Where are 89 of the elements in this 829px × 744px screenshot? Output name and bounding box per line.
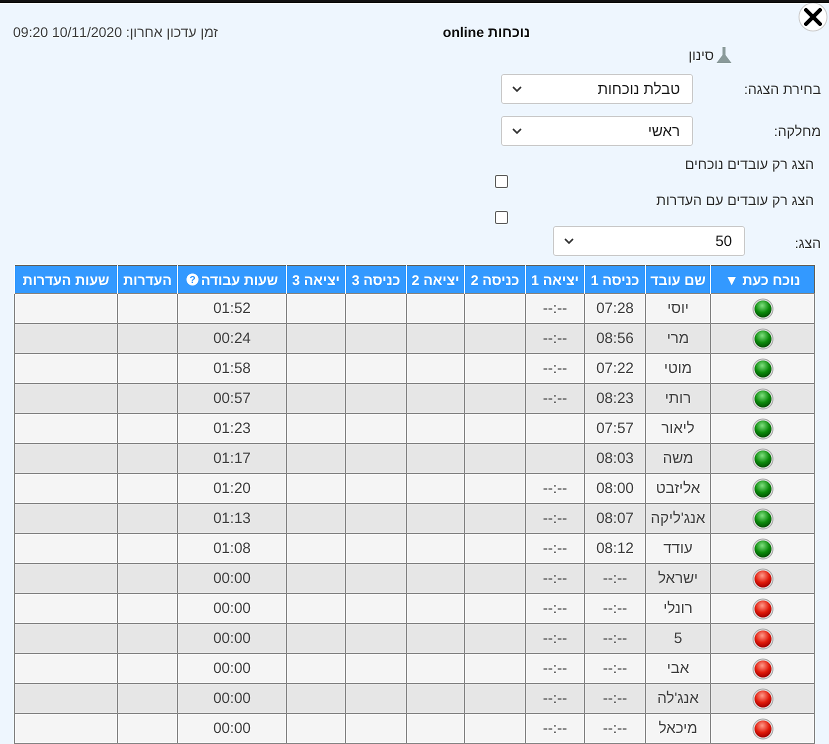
close-button[interactable] (798, 3, 828, 32)
table-cell: --:-- (526, 534, 584, 564)
table-cell: 01:52 (178, 294, 286, 324)
table-cell: 08:03 (584, 444, 646, 474)
table-cell: 07:22 (584, 354, 646, 384)
table-cell: --:-- (526, 324, 584, 354)
table-cell: 01:23 (178, 414, 286, 444)
table-cell: רותי (646, 384, 710, 414)
checkbox-label: הצג רק עובדים עם העדרות (656, 192, 814, 210)
table-cell: 5 (646, 624, 710, 654)
table-cell: 07:28 (584, 294, 646, 324)
table-cell: --:-- (526, 564, 584, 594)
table-cell: --:-- (526, 294, 584, 324)
column-header[interactable]: כניסה 1 (584, 266, 646, 294)
table-cell: ליאור (646, 414, 710, 444)
table-cell: --:-- (526, 624, 584, 654)
last-update-text: זמן עדכון אחרון: 10/11/2020 09:20 (13, 24, 218, 40)
table-cell: 08:56 (584, 324, 646, 354)
field-label: מחלקה: (772, 123, 821, 139)
table-cell: 00:00 (178, 624, 286, 654)
table-cell: 01:58 (178, 354, 286, 384)
help-icon: ? (186, 273, 199, 286)
chevron-icon (564, 238, 574, 244)
table-cell: --:-- (526, 384, 584, 414)
table-cell: --:-- (526, 654, 584, 684)
column-header[interactable]: יציאה 1 (526, 266, 584, 294)
table-cell: 08:23 (584, 384, 646, 414)
field-label: בחירת הצגה: (742, 81, 821, 97)
table-cell: --:-- (584, 564, 646, 594)
page-size-select[interactable]: 50 (553, 226, 745, 256)
table-cell: 00:00 (178, 714, 286, 744)
chevron-icon (512, 128, 522, 134)
table-cell: עודד (646, 534, 710, 564)
table-cell: --:-- (584, 684, 646, 714)
table-cell: --:-- (526, 354, 584, 384)
chevron-icon (512, 86, 522, 92)
column-header[interactable]: העדרות (118, 266, 178, 294)
table-cell: --:-- (526, 504, 584, 534)
table-cell: --:-- (526, 714, 584, 744)
table-cell: 08:12 (584, 534, 646, 564)
checkbox[interactable] (495, 211, 508, 224)
column-header[interactable]: כניסה 2 (464, 266, 526, 294)
dialog-title: נוכחות online (442, 24, 530, 40)
column-header[interactable]: שם עובד (646, 266, 710, 294)
table-cell: יוסי (646, 294, 710, 324)
table-cell: 00:00 (178, 684, 286, 714)
table-cell: 01:20 (178, 474, 286, 504)
table-cell: 00:00 (178, 564, 286, 594)
table-cell: --:-- (584, 594, 646, 624)
table-cell: 00:24 (178, 324, 286, 354)
table-cell: 00:57 (178, 384, 286, 414)
select-field[interactable]: ראשי (501, 116, 693, 146)
table-cell: ישראל (646, 564, 710, 594)
field-label: הצג: (794, 235, 821, 251)
close-icon (798, 3, 828, 32)
table-cell: --:-- (526, 684, 584, 714)
table-cell: --:-- (584, 654, 646, 684)
table-cell: --:-- (584, 714, 646, 744)
table-cell: אליזבט (646, 474, 710, 504)
table-cell: --:-- (526, 474, 584, 504)
filter-label[interactable]: סינון (688, 47, 714, 63)
column-header[interactable]: שעות העדרות (14, 266, 118, 294)
column-header[interactable]: שעות עבודה ? (178, 266, 286, 294)
checkbox[interactable] (495, 175, 508, 188)
table-cell: 08:00 (584, 474, 646, 504)
table-cell: 01:17 (178, 444, 286, 474)
table-cell: 01:08 (178, 534, 286, 564)
checkbox-label: הצג רק עובדים נוכחים (684, 156, 814, 174)
table-cell: 01:13 (178, 504, 286, 534)
table-cell: --:-- (526, 594, 584, 624)
table-cell: מוטי (646, 354, 710, 384)
column-header[interactable]: יציאה 2 (406, 266, 464, 294)
table-cell: אנג'לה (646, 684, 710, 714)
table-cell: מיכאל (646, 714, 710, 744)
table-cell: --:-- (584, 624, 646, 654)
funnel-icon (715, 46, 733, 64)
table-cell: 00:00 (178, 654, 286, 684)
table-cell: אבי (646, 654, 710, 684)
table-cell: משה (646, 444, 710, 474)
column-header[interactable]: כניסה 3 (346, 266, 406, 294)
table-cell: 08:07 (584, 504, 646, 534)
column-header[interactable]: נוכח כעת ▼ (710, 266, 814, 294)
column-header[interactable]: יציאה 3 (286, 266, 346, 294)
table-cell: 00:00 (178, 594, 286, 624)
table-cell: אנג'ליקה (646, 504, 710, 534)
table-cell: מרי (646, 324, 710, 354)
select-field[interactable]: טבלת נוכחות (501, 74, 693, 104)
table-cell: 07:57 (584, 414, 646, 444)
table-cell: רונלי (646, 594, 710, 624)
